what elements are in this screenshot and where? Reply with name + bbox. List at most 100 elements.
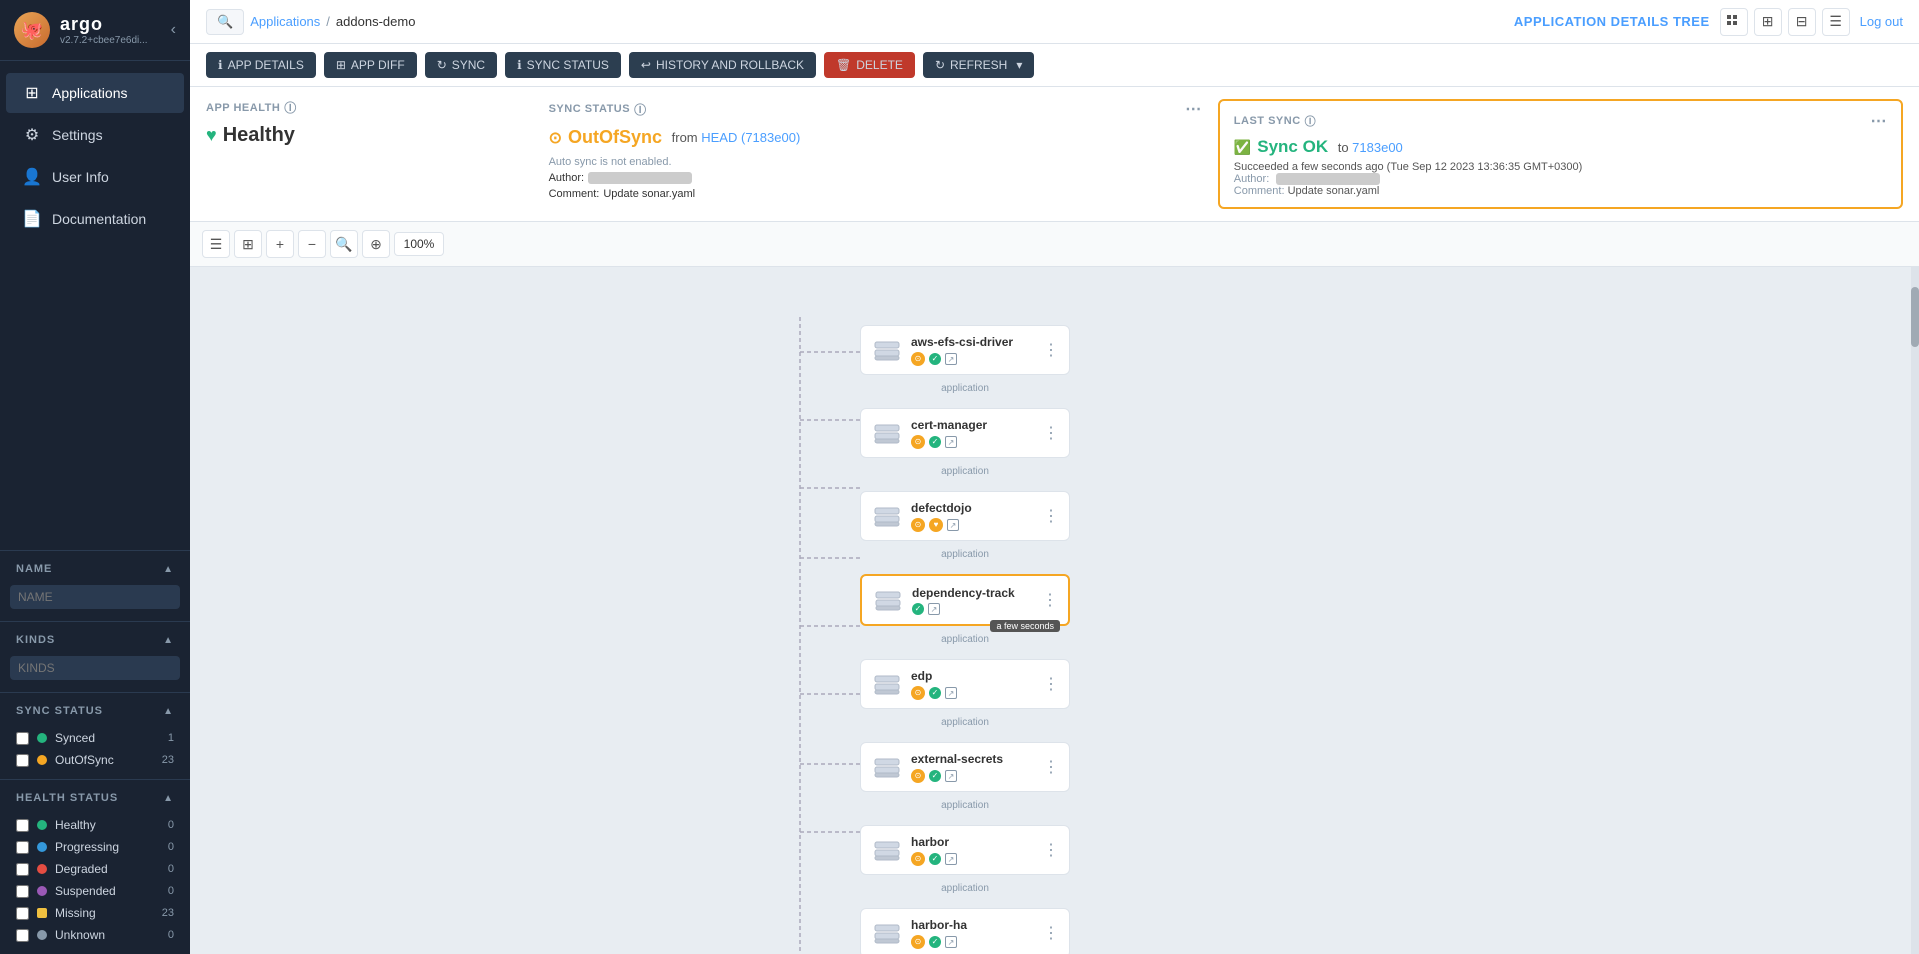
sync-status-button[interactable]: ℹ SYNC STATUS — [505, 52, 621, 78]
external-link-external-secrets[interactable]: ↗ — [945, 770, 957, 782]
node-cert-manager[interactable]: cert-manager ⊙ ✓ ↗ ⋮ — [860, 408, 1070, 458]
settings-icon: ⚙ — [22, 125, 42, 145]
graph-area[interactable]: ☰ ⊞ + − 🔍 ⊕ 100% — [190, 222, 1919, 954]
external-link-defectdojo[interactable]: ↗ — [947, 519, 959, 531]
sidebar-item-user-info[interactable]: 👤 User Info — [6, 157, 184, 197]
node-aws-efs-csi-driver[interactable]: aws-efs-csi-driver ⊙ ✓ ↗ ⋮ — [860, 325, 1070, 375]
filter-healthy[interactable]: Healthy 0 — [10, 814, 180, 836]
healthy-checkbox[interactable] — [16, 819, 29, 832]
node-name-harbor-ha: harbor-ha — [911, 918, 1035, 932]
node-edp[interactable]: edp ⊙ ✓ ↗ ⋮ — [860, 659, 1070, 709]
filter-degraded[interactable]: Degraded 0 — [10, 858, 180, 880]
sync-status-icon: ℹ — [517, 58, 522, 72]
breadcrumb-applications[interactable]: Applications — [250, 14, 320, 29]
network-view-icon[interactable]: ⊟ — [1788, 8, 1816, 36]
name-filter-chevron: ▲ — [163, 564, 174, 575]
node-menu-external-secrets[interactable]: ⋮ — [1043, 757, 1059, 777]
list-view-icon[interactable]: ⊞ — [1754, 8, 1782, 36]
synced-count: 1 — [168, 732, 174, 744]
logout-button[interactable]: Log out — [1860, 14, 1903, 29]
external-link-aws-efs[interactable]: ↗ — [945, 353, 957, 365]
external-link-edp[interactable]: ↗ — [945, 687, 957, 699]
missing-checkbox[interactable] — [16, 907, 29, 920]
name-filter-input[interactable] — [10, 585, 180, 609]
author-value — [588, 172, 692, 184]
graph-toolbar: ☰ ⊞ + − 🔍 ⊕ 100% — [190, 222, 1919, 267]
app-details-button[interactable]: ℹ APP DETAILS — [206, 52, 316, 78]
sidebar-item-settings[interactable]: ⚙ Settings — [6, 115, 184, 155]
kinds-filter-input[interactable] — [10, 656, 180, 680]
app-diff-button[interactable]: ⊞ APP DIFF — [324, 52, 417, 78]
sync-badge-defectdojo: ⊙ — [911, 518, 925, 532]
sync-to-text: to 7183e00 — [1334, 140, 1403, 155]
external-link-cert-manager[interactable]: ↗ — [945, 436, 957, 448]
zoom-fit-btn[interactable]: 🔍 — [330, 230, 358, 258]
zoom-in-btn[interactable]: + — [266, 230, 294, 258]
external-link-harbor[interactable]: ↗ — [945, 853, 957, 865]
sync-button[interactable]: ↻ SYNC — [425, 52, 497, 78]
node-badges-defectdojo: ⊙ ♥ ↗ — [911, 518, 1035, 532]
node-dependency-track[interactable]: dependency-track ✓ ↗ ⋮ a few seconds — [860, 574, 1070, 626]
zoom-actual-btn[interactable]: ⊕ — [362, 230, 390, 258]
node-menu-edp[interactable]: ⋮ — [1043, 674, 1059, 694]
back-button[interactable]: ‹ — [171, 21, 176, 39]
node-harbor[interactable]: harbor ⊙ ✓ ↗ ⋮ — [860, 825, 1070, 875]
sync-status-details: ⊙ OutOfSync from HEAD (7183e00) Auto syn… — [549, 127, 1202, 200]
breadcrumb: 🔍 Applications / addons-demo — [206, 9, 415, 35]
filter-progressing[interactable]: Progressing 0 — [10, 836, 180, 858]
node-harbor-ha[interactable]: harbor-ha ⊙ ✓ ↗ ⋮ — [860, 908, 1070, 954]
suspended-checkbox[interactable] — [16, 885, 29, 898]
last-sync-menu[interactable]: ⋯ — [1871, 111, 1888, 131]
delete-button[interactable]: 🗑 DELETE — [824, 52, 915, 78]
node-menu-harbor[interactable]: ⋮ — [1043, 840, 1059, 860]
node-info-cert-manager: cert-manager ⊙ ✓ ↗ — [911, 418, 1035, 449]
outofsync-label: OutOfSync — [55, 753, 114, 767]
outofsync-checkbox[interactable] — [16, 754, 29, 767]
head-link[interactable]: HEAD (7183e00) — [701, 130, 800, 145]
scrollbar-track[interactable] — [1911, 267, 1919, 954]
list-view-btn[interactable]: ☰ — [202, 230, 230, 258]
node-info-harbor-ha: harbor-ha ⊙ ✓ ↗ — [911, 918, 1035, 949]
filter-suspended[interactable]: Suspended 0 — [10, 880, 180, 902]
node-defectdojo[interactable]: defectdojo ⊙ ♥ ↗ ⋮ — [860, 491, 1070, 541]
filter-synced[interactable]: Synced 1 — [10, 727, 180, 749]
node-name-aws-efs: aws-efs-csi-driver — [911, 335, 1035, 349]
node-menu-harbor-ha[interactable]: ⋮ — [1043, 923, 1059, 943]
node-menu-cert-manager[interactable]: ⋮ — [1043, 423, 1059, 443]
sync-status-card: SYNC STATUS ⓘ ⋯ ⊙ OutOfSync from HEAD (7… — [549, 99, 1202, 209]
grid-view-btn[interactable]: ⊞ — [234, 230, 262, 258]
docs-label: Documentation — [52, 211, 146, 227]
zoom-out-btn[interactable]: − — [298, 230, 326, 258]
synced-dot — [37, 733, 47, 743]
node-menu-dependency-track[interactable]: ⋮ — [1042, 590, 1058, 610]
node-badges-external-secrets: ⊙ ✓ ↗ — [911, 769, 1035, 783]
external-link-dependency-track[interactable]: ↗ — [928, 603, 940, 615]
logo-text: argo v2.7.2+cbee7e6di... — [60, 14, 148, 46]
user-info-label: User Info — [52, 169, 109, 185]
node-menu-defectdojo[interactable]: ⋮ — [1043, 506, 1059, 526]
refresh-button[interactable]: ↻ REFRESH ▾ — [923, 52, 1034, 78]
healthy-count: 0 — [168, 819, 174, 831]
last-sync-comment: Comment: Update sonar.yaml — [1234, 185, 1887, 197]
progressing-checkbox[interactable] — [16, 841, 29, 854]
external-link-harbor-ha[interactable]: ↗ — [945, 936, 957, 948]
degraded-count: 0 — [168, 863, 174, 875]
degraded-checkbox[interactable] — [16, 863, 29, 876]
table-view-icon[interactable]: ☰ — [1822, 8, 1850, 36]
node-menu-aws-efs[interactable]: ⋮ — [1043, 340, 1059, 360]
filter-outofsync[interactable]: OutOfSync 23 — [10, 749, 180, 771]
node-external-secrets[interactable]: external-secrets ⊙ ✓ ↗ ⋮ — [860, 742, 1070, 792]
sync-status-menu[interactable]: ⋯ — [1185, 99, 1202, 119]
sidebar-item-documentation[interactable]: 📄 Documentation — [6, 199, 184, 239]
synced-checkbox[interactable] — [16, 732, 29, 745]
tree-view-icon[interactable] — [1720, 8, 1748, 36]
filter-missing[interactable]: Missing 23 — [10, 902, 180, 924]
sidebar-logo: 🐙 argo v2.7.2+cbee7e6di... ‹ — [0, 0, 190, 61]
unknown-checkbox[interactable] — [16, 929, 29, 942]
sidebar-item-applications[interactable]: ⊞ Applications — [6, 73, 184, 113]
filter-unknown[interactable]: Unknown 0 — [10, 924, 180, 946]
kinds-filter-title: KINDS ▲ — [10, 630, 180, 650]
history-rollback-button[interactable]: ↩ HISTORY AND ROLLBACK — [629, 52, 816, 78]
node-info-defectdojo: defectdojo ⊙ ♥ ↗ — [911, 501, 1035, 532]
scrollbar-thumb[interactable] — [1911, 287, 1919, 347]
